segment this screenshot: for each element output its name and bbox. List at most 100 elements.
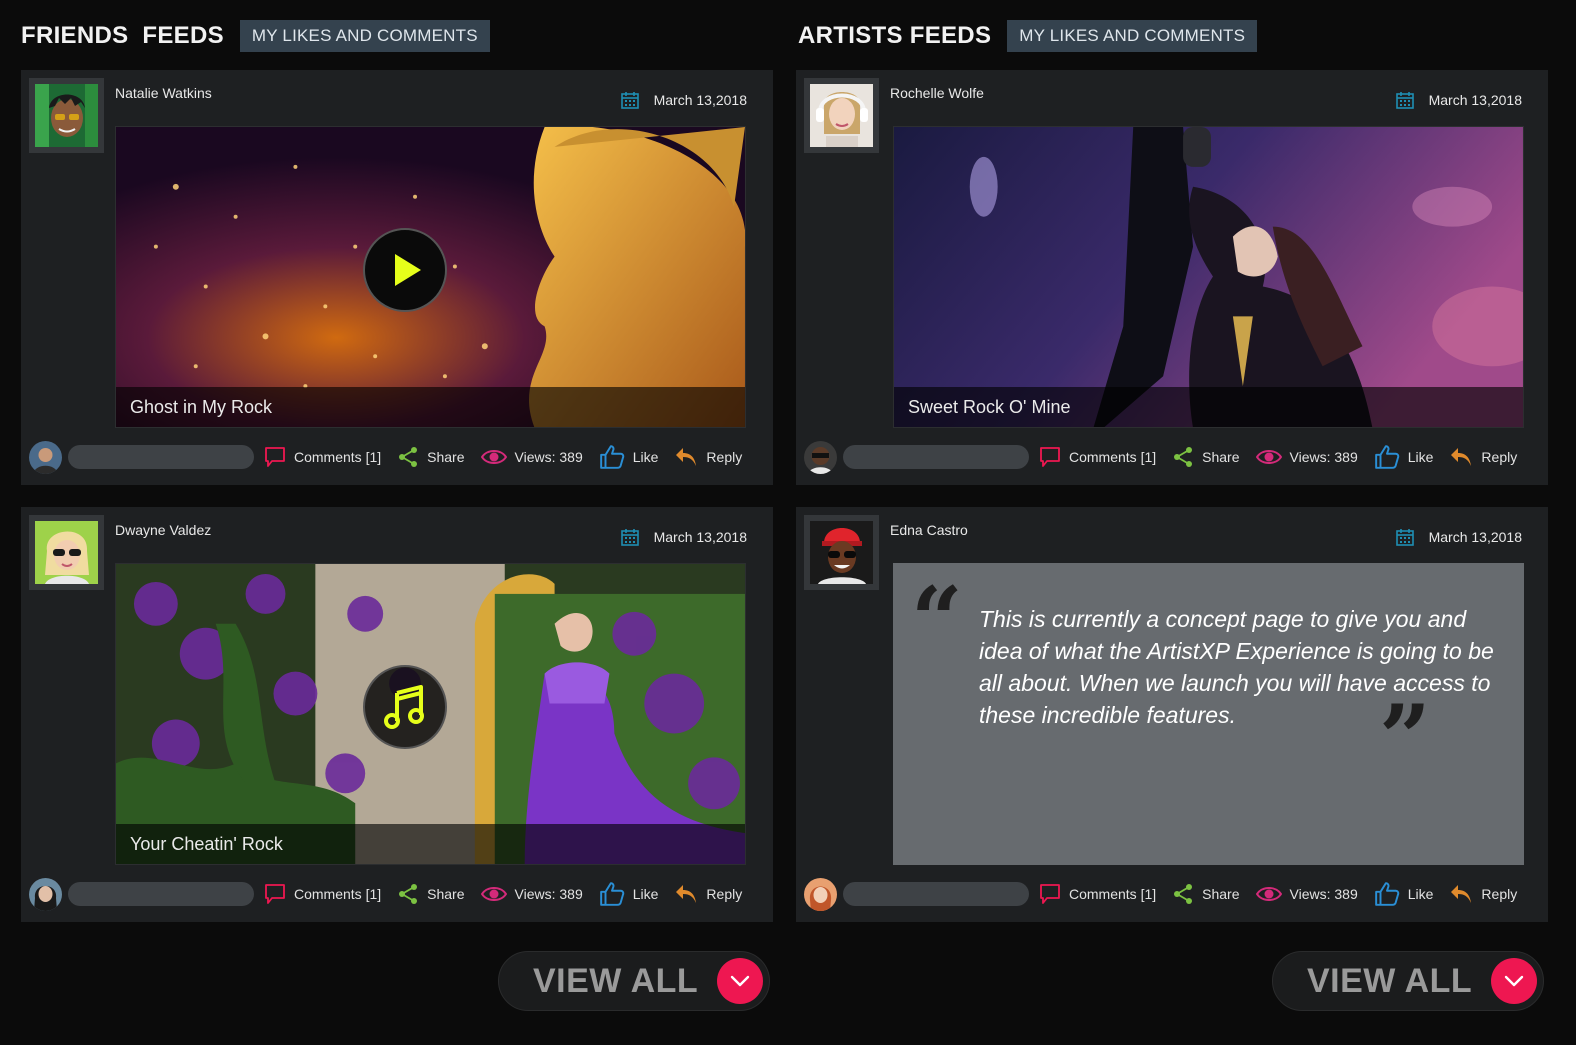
user-avatar-image [35,84,98,147]
feed-card: Edna Castro March 13,2018 “ This is curr… [796,507,1548,922]
reply-icon [674,445,698,469]
avatar[interactable] [29,78,104,153]
post-date-text: March 13,2018 [653,92,747,108]
post-date-text: March 13,2018 [1428,529,1522,545]
eye-icon [1256,885,1282,903]
post-date: March 13,2018 [1395,527,1522,547]
post-user-name[interactable]: Rochelle Wolfe [890,85,984,101]
friends-feeds-header: FRIENDS FEEDS MY LIKES AND COMMENTS [21,20,490,52]
reply-button[interactable]: Reply [1449,445,1517,469]
media-caption: Sweet Rock O' Mine [894,387,1523,427]
user-avatar-image [810,84,873,147]
comment-icon [1039,883,1061,905]
reply-icon [674,882,698,906]
comment-input[interactable] [68,445,254,469]
open-quote-icon: “ [911,567,963,673]
share-icon [397,446,419,468]
commenter-avatar [804,877,837,911]
thumbs-up-icon [599,444,625,470]
feed-card: Dwayne Valdez March 13,2018 Your Cheatin… [21,507,773,922]
friends-likes-comments-tab[interactable]: MY LIKES AND COMMENTS [239,20,490,52]
artists-feeds-header: ARTISTS FEEDS MY LIKES AND COMMENTS [798,20,1258,52]
post-actions: Comments [1] Share Views: 389 Like Reply [29,877,769,911]
view-all-label: VIEW ALL [533,961,699,1000]
post-date: March 13,2018 [1395,90,1522,110]
chevron-down-circle[interactable] [717,958,763,1004]
post-user-name[interactable]: Dwayne Valdez [115,522,211,538]
thumbs-up-icon [599,881,625,907]
chevron-down-icon [730,975,750,987]
post-media-audio[interactable]: Your Cheatin' Rock [115,563,746,865]
like-button[interactable]: Like [1374,444,1433,470]
reply-button[interactable]: Reply [1449,882,1517,906]
avatar[interactable] [29,515,104,590]
comment-input[interactable] [843,445,1029,469]
feed-card: Natalie Watkins March 13,2018 Ghost in M… [21,70,773,485]
commenter-avatar [804,440,837,474]
like-button[interactable]: Like [599,881,658,907]
eye-icon [481,885,507,903]
share-button[interactable]: Share [397,446,465,468]
post-media-video[interactable]: Ghost in My Rock [115,126,746,428]
calendar-icon [1395,90,1415,110]
post-date-text: March 13,2018 [653,529,747,545]
commenter-avatar [29,877,62,911]
share-button[interactable]: Share [1172,446,1240,468]
play-button[interactable] [363,228,447,312]
views-count: Views: 389 [1256,448,1358,466]
comment-icon [264,883,286,905]
post-actions: Comments [1] Share Views: 389 Like Reply [804,440,1544,474]
post-date: March 13,2018 [620,90,747,110]
post-user-name[interactable]: Edna Castro [890,522,968,538]
friends-view-all-button[interactable]: VIEW ALL [498,951,770,1011]
comment-icon [264,446,286,468]
reply-icon [1449,882,1473,906]
eye-icon [1256,448,1282,466]
post-actions: Comments [1] Share Views: 389 Like Reply [29,440,769,474]
post-date-text: March 13,2018 [1428,92,1522,108]
artists-view-all-button[interactable]: VIEW ALL [1272,951,1544,1011]
comments-button[interactable]: Comments [1] [1039,883,1156,905]
thumbs-up-icon [1374,444,1400,470]
post-actions: Comments [1] Share Views: 389 Like Reply [804,877,1544,911]
chevron-down-circle[interactable] [1491,958,1537,1004]
post-date: March 13,2018 [620,527,747,547]
views-count: Views: 389 [481,448,583,466]
artists-likes-comments-tab[interactable]: MY LIKES AND COMMENTS [1007,20,1258,52]
user-avatar-image [810,521,873,584]
calendar-icon [620,90,640,110]
eye-icon [481,448,507,466]
chevron-down-icon [1504,975,1524,987]
reply-button[interactable]: Reply [674,882,742,906]
thumbs-up-icon [1374,881,1400,907]
post-media-image[interactable]: Sweet Rock O' Mine [893,126,1524,428]
comment-input[interactable] [68,882,254,906]
quote-post: “ This is currently a concept page to gi… [893,563,1524,865]
user-avatar-image [35,521,98,584]
media-image [894,127,1523,427]
friends-feeds-title: FRIENDS FEEDS [21,22,224,49]
comments-button[interactable]: Comments [1] [264,883,381,905]
comments-button[interactable]: Comments [1] [264,446,381,468]
audio-play-button[interactable] [363,665,447,749]
avatar[interactable] [804,515,879,590]
share-button[interactable]: Share [397,883,465,905]
like-button[interactable]: Like [599,444,658,470]
comments-button[interactable]: Comments [1] [1039,446,1156,468]
reply-button[interactable]: Reply [674,445,742,469]
media-caption: Your Cheatin' Rock [116,824,745,864]
views-count: Views: 389 [1256,885,1358,903]
share-button[interactable]: Share [1172,883,1240,905]
views-count: Views: 389 [481,885,583,903]
comment-input[interactable] [843,882,1029,906]
artists-feeds-title: ARTISTS FEEDS [798,22,992,49]
like-button[interactable]: Like [1374,881,1433,907]
feed-card: Rochelle Wolfe March 13,2018 Sweet Rock … [796,70,1548,485]
media-caption: Ghost in My Rock [116,387,745,427]
commenter-avatar [29,440,62,474]
comment-icon [1039,446,1061,468]
close-quote-icon: ” [1379,685,1431,791]
avatar[interactable] [804,78,879,153]
post-user-name[interactable]: Natalie Watkins [115,85,212,101]
view-all-label: VIEW ALL [1307,961,1473,1000]
